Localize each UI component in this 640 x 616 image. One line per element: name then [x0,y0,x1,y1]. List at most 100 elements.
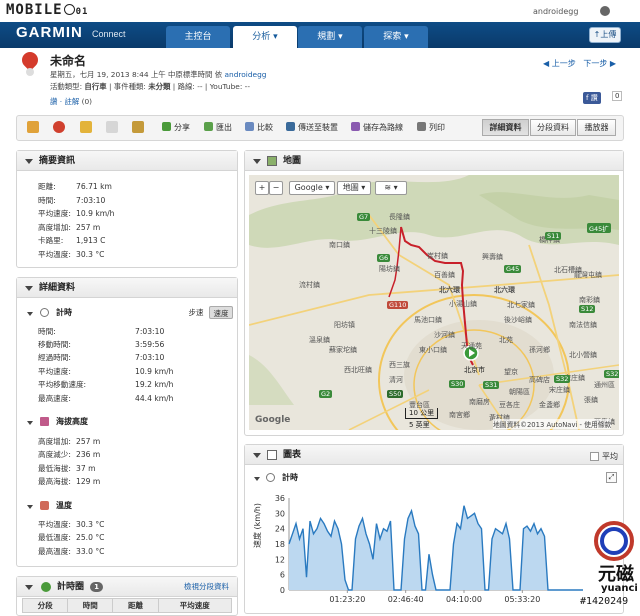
road-shield: G7 [357,213,371,221]
pace-toggle[interactable]: 步速 [184,306,208,319]
next-button[interactable]: 下一步 ▶ [583,59,616,68]
like-comment-link[interactable]: 讚 · 註解 [50,97,79,106]
summary-calories: 卡路里: 1,913 C [38,236,106,245]
temperature-row: 最低溫度: 25.0 °C [38,533,105,542]
chart-timing-collapse-icon[interactable] [254,477,260,481]
view-player-button[interactable]: 播放器 [577,119,616,136]
map-type-select[interactable]: 地圖 ▾ [337,181,371,195]
tab-dashboard[interactable]: 主控台 [166,26,230,48]
activity-owner-link[interactable]: androidegg [224,70,266,79]
map-label: 南磨房 [469,398,490,406]
share-button[interactable]: 分享 [162,122,190,133]
upload-button[interactable]: ↑上傳 [589,27,621,43]
view-splits-link[interactable]: 檢視分段資料 [184,577,229,597]
laps-col-header[interactable]: 時間 [67,598,114,613]
people-icon[interactable] [132,121,144,133]
elevation-collapse-icon[interactable] [27,421,33,425]
map-label: 長隆鎮 [389,213,410,221]
top-user-name[interactable]: androidegg [533,7,578,16]
zoom-in-button[interactable]: + [255,181,269,195]
road-shield: S32 [604,370,619,378]
speed-chart[interactable]: 0 6 12 18 24 30 36 01:23:20 02:46:40 04:10:00 05:3… [253,488,623,610]
like-count: 0 [612,91,623,101]
temperature-collapse-icon[interactable] [27,505,33,509]
watermark-id: #1420249 [580,596,629,607]
laps-header[interactable]: 計時圈 1 檢視分段資料 [17,577,237,597]
activity-type-value[interactable]: 自行車 [84,82,106,91]
laps-icon [41,582,51,592]
details-header[interactable]: 詳細資料 [17,278,237,298]
x-tick-label: 01:23:20 [329,595,365,604]
map-label: 百善鎮 [434,271,455,279]
map-attribution[interactable]: 地圖資料©2013 AutoNavi - 使用條款 [493,419,612,429]
pin-shadow [26,68,34,76]
event-type-value[interactable]: 未分類 [148,82,170,91]
gear-icon[interactable] [600,6,610,16]
map-label: 流村鎮 [299,281,320,289]
view-details-button[interactable]: 詳細資料 [482,119,529,136]
road-shield: G110 [387,301,409,309]
timing-collapse-icon[interactable] [27,312,33,316]
summary-header[interactable]: 摘要資訊 [17,151,237,171]
laps-col-header[interactable]: 距離 [112,598,159,613]
map-label: 金盞鄉 [539,401,560,409]
road-shield: S50 [387,390,404,398]
map-label: 馬池口鎮 [414,316,442,324]
map-label: 興壽鎮 [482,253,503,261]
laps-col-header[interactable]: 分段 [21,598,69,613]
map-label: 南宮鄉 [449,411,470,419]
map-label: 北七家鎮 [507,301,535,309]
export-button[interactable]: 匯出 [204,122,232,133]
tab-explore[interactable]: 探索 ▾ [364,26,428,48]
map-label: 望京 [504,368,518,376]
map-label: 後沙峪鎮 [504,316,532,324]
expand-chart-icon[interactable]: ⤢ [606,472,617,483]
road-shield: G6 [377,254,391,262]
thermometer-icon [40,501,49,510]
y-tick-label: 36 [275,494,285,503]
map-label: 南彩鎮 [579,296,600,304]
timing-row: 移動時間: 3:59:56 [38,340,165,349]
map-header[interactable]: 地圖 [245,151,623,171]
star-icon[interactable] [106,121,118,133]
clock-icon [266,473,275,482]
prev-button[interactable]: ◀ 上一步 [543,59,576,68]
map-label: 北六環 [494,286,515,294]
tab-analysis[interactable]: 分析 ▾ [233,26,297,48]
delete-icon[interactable] [53,121,65,133]
edit-icon[interactable] [27,121,39,133]
like-comment-line: 讚 · 註解 (0) [50,97,93,106]
garmin-logo[interactable]: GARMIN [16,24,83,41]
elevation-row: 高度增加: 257 m [38,437,101,446]
tab-plan[interactable]: 規劃 ▾ [298,26,362,48]
temperature-row: 最高溫度: 33.0 °C [38,547,105,556]
route-map[interactable]: + − Google ▾ 地圖 ▾ ≋ ▾ 長隆鎮 十三陵鎮 崔村鎮 興壽鎮 南… [249,175,619,430]
map-label: 陽坊鎮 [379,265,400,273]
watermark-sub: yuanci [601,583,638,594]
map-label: 豆各庄 [499,401,520,409]
layers-select[interactable]: ≋ ▾ [375,181,407,195]
elevation-row: 高度減少: 236 m [38,450,101,459]
lock-icon[interactable] [80,121,92,133]
activity-title[interactable]: 未命名 [50,52,86,69]
map-label: 南法信鎮 [569,321,597,329]
facebook-like-button[interactable]: f 讚 [583,92,601,104]
map-label: 龍灣屯鎮 [574,271,602,279]
activity-route [388,226,402,298]
map-provider-select[interactable]: Google ▾ [289,181,335,195]
speed-toggle[interactable]: 速度 [209,306,233,319]
map-label: 十三陵鎮 [369,227,397,235]
average-checkbox[interactable] [590,452,599,461]
chart-header[interactable]: 圖表 [245,445,623,465]
laps-col-header[interactable]: 平均速度 [157,598,233,613]
y-tick-label: 6 [280,571,285,580]
road-shield: G2 [319,390,333,398]
save-as-course-button[interactable]: 儲存為路線 [351,122,403,133]
elevation-row: 最高海拔: 129 m [38,477,101,486]
print-button[interactable]: 列印 [417,122,445,133]
compare-button[interactable]: 比較 [245,122,273,133]
zoom-out-button[interactable]: − [269,181,283,195]
map-label: 西北旺鎮 [344,366,372,374]
send-to-device-button[interactable]: 傳送至裝置 [286,122,338,133]
view-splits-button[interactable]: 分段資料 [530,119,576,136]
